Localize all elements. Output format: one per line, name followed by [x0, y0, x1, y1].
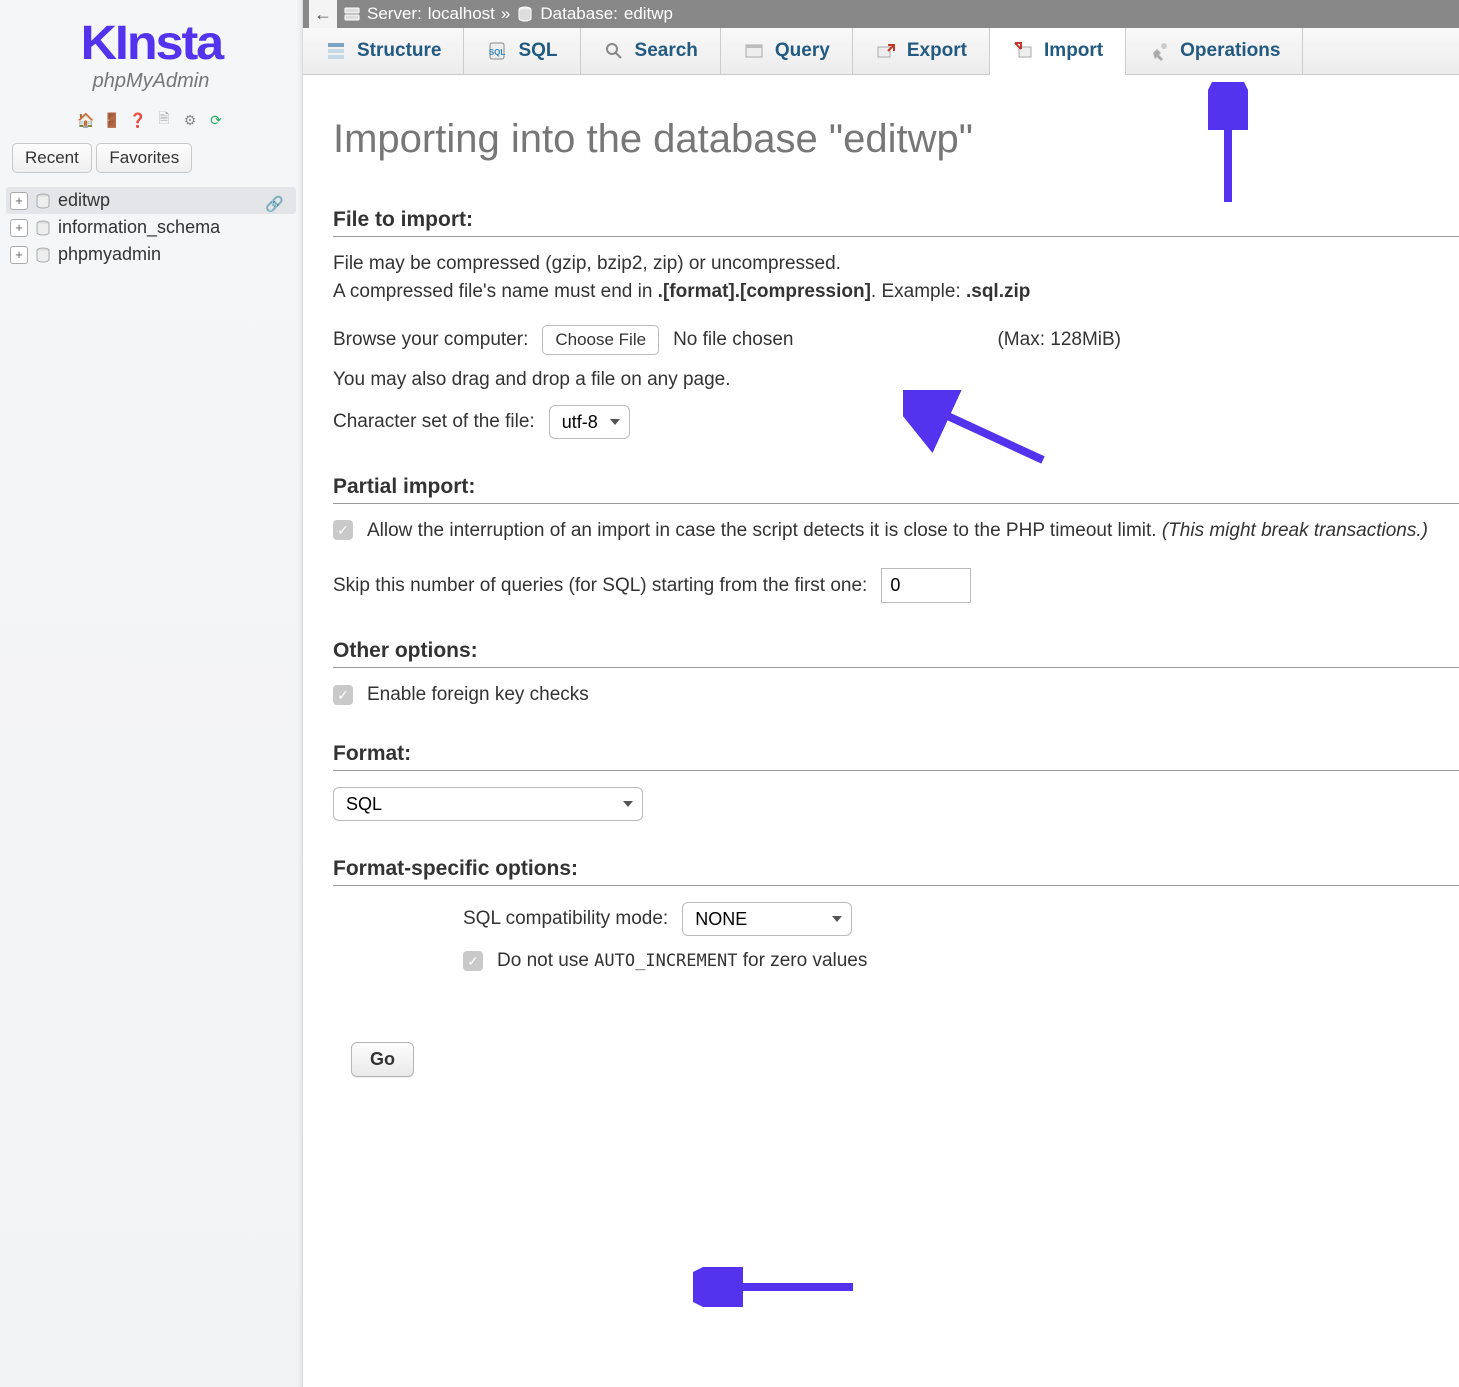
skip-queries-input[interactable] — [881, 568, 971, 603]
tab-structure[interactable]: Structure — [303, 28, 464, 74]
db-item-phpmyadmin[interactable]: + phpmyadmin — [6, 241, 296, 268]
breadcrumb-db-name: editwp — [624, 4, 673, 24]
section-file-to-import: File to import: — [333, 208, 1459, 237]
tab-label: Import — [1044, 40, 1103, 62]
allow-interruption-checkbox[interactable]: ✓ — [333, 520, 353, 540]
allow-interruption-label: Allow the interruption of an import in c… — [367, 520, 1162, 541]
foreign-key-checkbox[interactable]: ✓ — [333, 685, 353, 705]
logout-icon[interactable]: 🚪 — [101, 109, 123, 131]
tab-import[interactable]: Import — [990, 28, 1126, 75]
tab-label: Search — [635, 40, 698, 62]
reload-icon[interactable]: ⟳ — [205, 109, 227, 131]
charset-label: Character set of the file: — [333, 411, 535, 433]
tab-label: Query — [775, 40, 830, 62]
db-label: phpmyadmin — [58, 244, 161, 265]
db-item-editwp[interactable]: + editwp — [6, 187, 296, 214]
section-format: Format: — [333, 742, 1459, 771]
section-other-options: Other options: — [333, 639, 1459, 668]
db-label: editwp — [58, 190, 110, 211]
db-item-information-schema[interactable]: + information_schema — [6, 214, 296, 241]
breadcrumb-server[interactable]: Server: localhost — [343, 4, 495, 24]
tab-label: SQL — [518, 40, 557, 62]
format-select[interactable]: SQL — [333, 787, 643, 821]
svg-text:SQL: SQL — [489, 48, 506, 57]
section-format-specific: Format-specific options: — [333, 857, 1459, 886]
database-tree: + editwp + information_schema + phpmyadm… — [0, 181, 302, 274]
compat-mode-label: SQL compatibility mode: — [463, 908, 668, 930]
breadcrumb-separator: » — [501, 4, 510, 24]
db-label: information_schema — [58, 217, 220, 238]
breadcrumb-database[interactable]: Database: editwp — [516, 4, 673, 24]
expand-icon[interactable]: + — [10, 192, 28, 210]
drag-hint: You may also drag and drop a file on any… — [333, 369, 1459, 391]
structure-icon — [325, 40, 347, 62]
tab-label: Structure — [357, 40, 441, 62]
breadcrumb-server-prefix: Server: — [367, 4, 422, 24]
tab-sql[interactable]: SQL SQL — [464, 28, 580, 74]
page-title: Importing into the database "editwp" — [333, 117, 1459, 162]
help-icon[interactable]: ❓ — [127, 109, 149, 131]
sidebar: KInsta phpMyAdmin 🏠 🚪 ❓ 🗎 ⚙ ⟳ Recent Fav… — [0, 0, 303, 1387]
no-auto-increment-checkbox[interactable]: ✓ — [463, 951, 483, 971]
no-auto-increment-label: Do not use AUTO_INCREMENT for zero value… — [497, 950, 867, 972]
tab-label: Export — [907, 40, 967, 62]
tab-bar: Structure SQL SQL Search Query — [303, 28, 1459, 75]
export-icon — [875, 40, 897, 62]
tab-search[interactable]: Search — [581, 28, 721, 74]
recent-button[interactable]: Recent — [12, 143, 92, 173]
tab-label: Operations — [1180, 40, 1280, 62]
go-button[interactable]: Go — [351, 1042, 414, 1077]
expand-icon[interactable]: + — [10, 246, 28, 264]
tab-operations[interactable]: Operations — [1126, 28, 1303, 74]
section-partial-import: Partial import: — [333, 475, 1459, 504]
settings-icon[interactable]: ⚙ — [179, 109, 201, 131]
allow-interruption-warning: (This might break transactions.) — [1162, 520, 1428, 541]
search-icon — [603, 40, 625, 62]
operations-icon — [1148, 40, 1170, 62]
import-page: Importing into the database "editwp" Fil… — [303, 75, 1459, 1117]
logo: KInsta phpMyAdmin — [0, 0, 302, 99]
skip-queries-label: Skip this number of queries (for SQL) st… — [333, 575, 867, 597]
choose-file-button[interactable]: Choose File — [542, 325, 659, 355]
sql-icon: SQL — [486, 40, 508, 62]
database-icon — [516, 5, 534, 23]
compress-example: A compressed file's name must end in .[f… — [333, 281, 1459, 303]
tab-export[interactable]: Export — [853, 28, 990, 74]
annotation-arrow-go — [693, 1267, 863, 1307]
database-icon — [34, 246, 52, 264]
phpmyadmin-subtitle: phpMyAdmin — [0, 70, 302, 93]
breadcrumb-server-name: localhost — [428, 4, 495, 24]
breadcrumb-db-prefix: Database: — [540, 4, 618, 24]
compat-mode-select[interactable]: NONE — [682, 902, 852, 936]
breadcrumb: ← Server: localhost » Database: editwp — [303, 0, 1459, 28]
tab-query[interactable]: Query — [721, 28, 853, 74]
back-button[interactable]: ← — [309, 0, 337, 28]
link-icon[interactable]: 🔗 — [265, 195, 284, 213]
browse-label: Browse your computer: — [333, 329, 528, 351]
no-file-chosen: No file chosen — [673, 329, 793, 351]
home-icon[interactable]: 🏠 — [75, 109, 97, 131]
max-upload-size: (Max: 128MiB) — [997, 329, 1121, 351]
foreign-key-label: Enable foreign key checks — [367, 684, 589, 706]
charset-select[interactable]: utf-8 — [549, 405, 630, 439]
import-icon — [1012, 40, 1034, 62]
sql-icon[interactable]: 🗎 — [153, 109, 175, 131]
server-icon — [343, 5, 361, 23]
database-icon — [34, 219, 52, 237]
query-icon — [743, 40, 765, 62]
expand-icon[interactable]: + — [10, 219, 28, 237]
sidebar-icon-row: 🏠 🚪 ❓ 🗎 ⚙ ⟳ — [0, 109, 302, 131]
favorites-button[interactable]: Favorites — [96, 143, 192, 173]
database-icon — [34, 192, 52, 210]
compress-note: File may be compressed (gzip, bzip2, zip… — [333, 253, 1459, 275]
kinsta-logo-text: KInsta — [80, 20, 221, 68]
